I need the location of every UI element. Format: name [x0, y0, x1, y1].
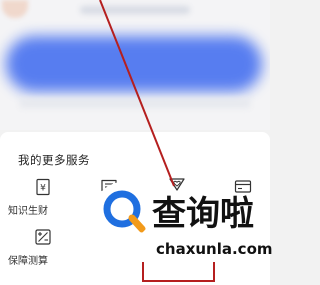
- service-item-knowledge-earning[interactable]: ¥ 知识生财: [8, 178, 72, 218]
- service-item-protection-calc[interactable]: 保障测算: [8, 228, 72, 268]
- chaxunla-logo: [94, 182, 152, 240]
- service-label: 知识生财: [8, 206, 48, 217]
- money-book-icon: ¥: [36, 178, 50, 196]
- section-title: 我的更多服务: [18, 153, 90, 167]
- calculator-icon: [35, 229, 51, 245]
- blurred-banner: [6, 36, 262, 92]
- watermark: 查询啦 chaxunla.com: [92, 176, 273, 268]
- blurred-avatar: [2, 0, 28, 18]
- blurred-header-area: [0, 0, 270, 130]
- watermark-title: 查询啦: [152, 194, 254, 234]
- watermark-domain: chaxunla.com: [156, 240, 273, 258]
- svg-text:¥: ¥: [40, 184, 46, 194]
- blurred-text: [80, 6, 190, 14]
- blurred-row: [20, 98, 250, 108]
- service-label: 保障测算: [8, 256, 48, 267]
